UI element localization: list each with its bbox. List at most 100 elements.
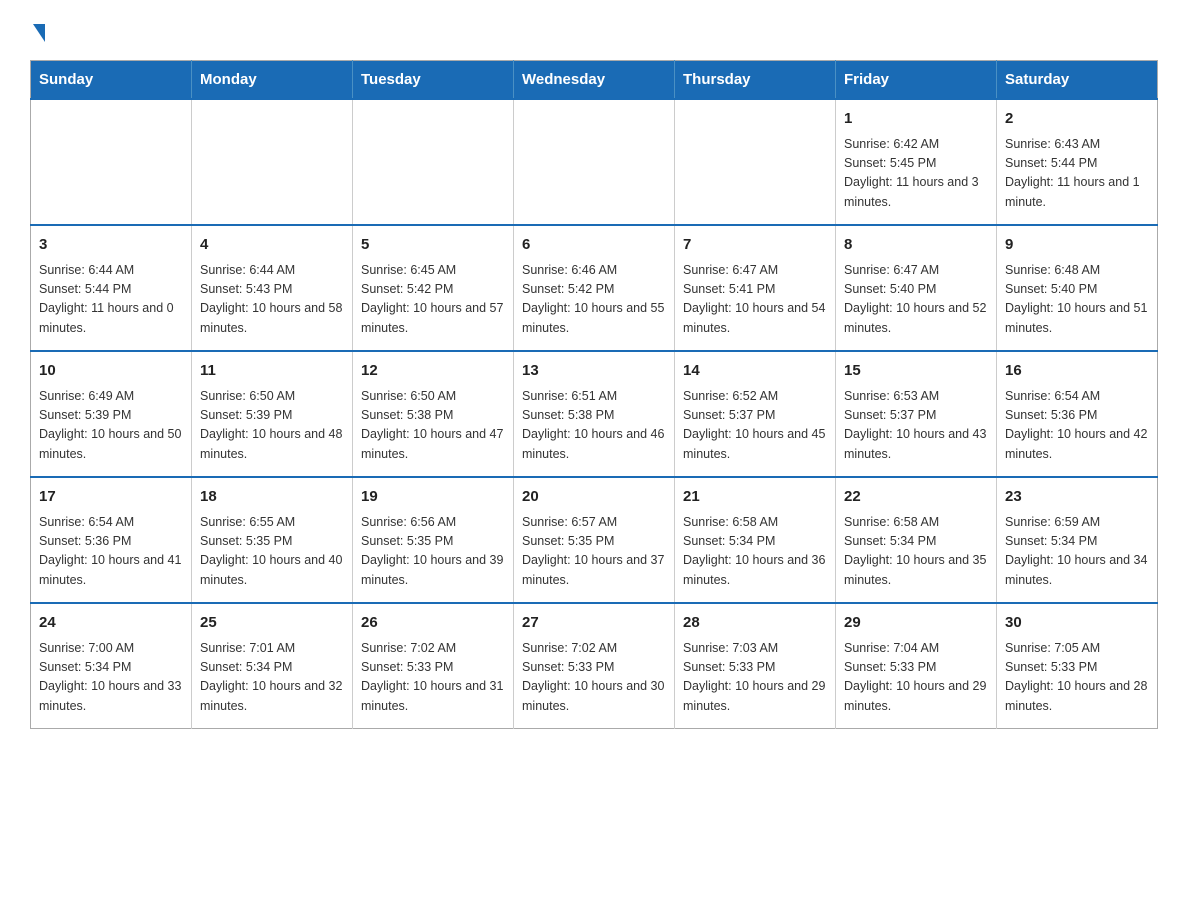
day-number: 14 [683,360,827,383]
day-info: Sunrise: 6:47 AM Sunset: 5:41 PM Dayligh… [683,261,827,339]
calendar-cell: 22 Sunrise: 6:58 AM Sunset: 5:34 PM Dayli… [836,477,997,603]
calendar-cell: 4 Sunrise: 6:44 AM Sunset: 5:43 PM Daylig… [192,225,353,351]
day-number: 25 [200,612,344,635]
day-info: Sunrise: 7:04 AM Sunset: 5:33 PM Dayligh… [844,639,988,717]
calendar-cell [514,99,675,225]
day-number: 2 [1005,108,1149,131]
calendar-cell [31,99,192,225]
calendar-cell: 5Sunrise: 6:45 AM Sunset: 5:42 PM Daylig… [353,225,514,351]
day-number: 9 [1005,234,1149,257]
calendar-cell: 25 Sunrise: 7:01 AM Sunset: 5:34 PM Dayli… [192,603,353,729]
day-info: Sunrise: 6:44 AM Sunset: 5:44 PM Dayligh… [39,261,183,339]
day-number: 8 [844,234,988,257]
day-info: Sunrise: 6:42 AM Sunset: 5:45 PM Dayligh… [844,135,988,213]
day-number: 16 [1005,360,1149,383]
day-info: Sunrise: 6:57 AM Sunset: 5:35 PM Dayligh… [522,513,666,591]
day-number: 22 [844,486,988,509]
day-info: Sunrise: 7:03 AM Sunset: 5:33 PM Dayligh… [683,639,827,717]
weekday-header-tuesday: Tuesday [353,61,514,100]
day-info: Sunrise: 6:55 AM Sunset: 5:35 PM Dayligh… [200,513,344,591]
day-info: Sunrise: 6:51 AM Sunset: 5:38 PM Dayligh… [522,387,666,465]
day-info: Sunrise: 7:02 AM Sunset: 5:33 PM Dayligh… [522,639,666,717]
day-number: 4 [200,234,344,257]
calendar-cell: 2 Sunrise: 6:43 AM Sunset: 5:44 PM Daylig… [997,99,1158,225]
logo [30,20,45,42]
day-number: 17 [39,486,183,509]
calendar-cell: 23 Sunrise: 6:59 AM Sunset: 5:34 PM Dayli… [997,477,1158,603]
day-number: 21 [683,486,827,509]
day-number: 18 [200,486,344,509]
calendar-week-row: 24Sunrise: 7:00 AM Sunset: 5:34 PM Dayli… [31,603,1158,729]
day-info: Sunrise: 7:02 AM Sunset: 5:33 PM Dayligh… [361,639,505,717]
day-info: Sunrise: 6:50 AM Sunset: 5:38 PM Dayligh… [361,387,505,465]
calendar-cell: 21 Sunrise: 6:58 AM Sunset: 5:34 PM Dayli… [675,477,836,603]
day-number: 23 [1005,486,1149,509]
calendar-cell [675,99,836,225]
calendar-cell: 20 Sunrise: 6:57 AM Sunset: 5:35 PM Dayli… [514,477,675,603]
calendar-cell: 11 Sunrise: 6:50 AM Sunset: 5:39 PM Dayli… [192,351,353,477]
calendar-cell [353,99,514,225]
day-number: 3 [39,234,183,257]
day-info: Sunrise: 7:05 AM Sunset: 5:33 PM Dayligh… [1005,639,1149,717]
day-info: Sunrise: 6:53 AM Sunset: 5:37 PM Dayligh… [844,387,988,465]
calendar-cell: 15Sunrise: 6:53 AM Sunset: 5:37 PM Dayli… [836,351,997,477]
day-number: 20 [522,486,666,509]
calendar-cell: 6 Sunrise: 6:46 AM Sunset: 5:42 PM Daylig… [514,225,675,351]
calendar-table: SundayMondayTuesdayWednesdayThursdayFrid… [30,60,1158,729]
weekday-header-saturday: Saturday [997,61,1158,100]
day-info: Sunrise: 6:54 AM Sunset: 5:36 PM Dayligh… [39,513,183,591]
weekday-header-wednesday: Wednesday [514,61,675,100]
day-info: Sunrise: 6:49 AM Sunset: 5:39 PM Dayligh… [39,387,183,465]
day-info: Sunrise: 7:01 AM Sunset: 5:34 PM Dayligh… [200,639,344,717]
calendar-week-row: 17 Sunrise: 6:54 AM Sunset: 5:36 PM Dayli… [31,477,1158,603]
day-number: 13 [522,360,666,383]
calendar-week-row: 3 Sunrise: 6:44 AM Sunset: 5:44 PM Daylig… [31,225,1158,351]
calendar-week-row: 10Sunrise: 6:49 AM Sunset: 5:39 PM Dayli… [31,351,1158,477]
day-info: Sunrise: 6:45 AM Sunset: 5:42 PM Dayligh… [361,261,505,339]
calendar-cell: 18 Sunrise: 6:55 AM Sunset: 5:35 PM Dayli… [192,477,353,603]
calendar-cell: 29 Sunrise: 7:04 AM Sunset: 5:33 PM Dayli… [836,603,997,729]
calendar-cell: 14 Sunrise: 6:52 AM Sunset: 5:37 PM Dayli… [675,351,836,477]
day-number: 1 [844,108,988,131]
day-number: 19 [361,486,505,509]
day-info: Sunrise: 6:43 AM Sunset: 5:44 PM Dayligh… [1005,135,1149,213]
calendar-cell: 7 Sunrise: 6:47 AM Sunset: 5:41 PM Daylig… [675,225,836,351]
day-info: Sunrise: 6:46 AM Sunset: 5:42 PM Dayligh… [522,261,666,339]
day-number: 27 [522,612,666,635]
day-info: Sunrise: 6:48 AM Sunset: 5:40 PM Dayligh… [1005,261,1149,339]
day-info: Sunrise: 6:59 AM Sunset: 5:34 PM Dayligh… [1005,513,1149,591]
day-info: Sunrise: 6:58 AM Sunset: 5:34 PM Dayligh… [844,513,988,591]
calendar-cell: 19Sunrise: 6:56 AM Sunset: 5:35 PM Dayli… [353,477,514,603]
day-number: 7 [683,234,827,257]
calendar-cell: 8Sunrise: 6:47 AM Sunset: 5:40 PM Daylig… [836,225,997,351]
day-number: 29 [844,612,988,635]
day-info: Sunrise: 6:44 AM Sunset: 5:43 PM Dayligh… [200,261,344,339]
calendar-cell: 27 Sunrise: 7:02 AM Sunset: 5:33 PM Dayli… [514,603,675,729]
calendar-cell: 3 Sunrise: 6:44 AM Sunset: 5:44 PM Daylig… [31,225,192,351]
weekday-header-thursday: Thursday [675,61,836,100]
calendar-cell: 17 Sunrise: 6:54 AM Sunset: 5:36 PM Dayli… [31,477,192,603]
weekday-header-monday: Monday [192,61,353,100]
day-number: 12 [361,360,505,383]
day-number: 6 [522,234,666,257]
calendar-cell: 13 Sunrise: 6:51 AM Sunset: 5:38 PM Dayli… [514,351,675,477]
calendar-header-row: SundayMondayTuesdayWednesdayThursdayFrid… [31,61,1158,100]
page-header [30,20,1158,42]
day-number: 26 [361,612,505,635]
calendar-week-row: 1 Sunrise: 6:42 AM Sunset: 5:45 PM Daylig… [31,99,1158,225]
calendar-cell: 26 Sunrise: 7:02 AM Sunset: 5:33 PM Dayli… [353,603,514,729]
calendar-cell: 10Sunrise: 6:49 AM Sunset: 5:39 PM Dayli… [31,351,192,477]
day-info: Sunrise: 6:58 AM Sunset: 5:34 PM Dayligh… [683,513,827,591]
weekday-header-sunday: Sunday [31,61,192,100]
day-info: Sunrise: 6:52 AM Sunset: 5:37 PM Dayligh… [683,387,827,465]
day-info: Sunrise: 6:54 AM Sunset: 5:36 PM Dayligh… [1005,387,1149,465]
calendar-cell: 12 Sunrise: 6:50 AM Sunset: 5:38 PM Dayli… [353,351,514,477]
day-info: Sunrise: 6:50 AM Sunset: 5:39 PM Dayligh… [200,387,344,465]
day-number: 11 [200,360,344,383]
logo-triangle-icon [33,24,45,42]
weekday-header-friday: Friday [836,61,997,100]
day-number: 28 [683,612,827,635]
day-info: Sunrise: 7:00 AM Sunset: 5:34 PM Dayligh… [39,639,183,717]
day-number: 30 [1005,612,1149,635]
calendar-cell: 16 Sunrise: 6:54 AM Sunset: 5:36 PM Dayli… [997,351,1158,477]
